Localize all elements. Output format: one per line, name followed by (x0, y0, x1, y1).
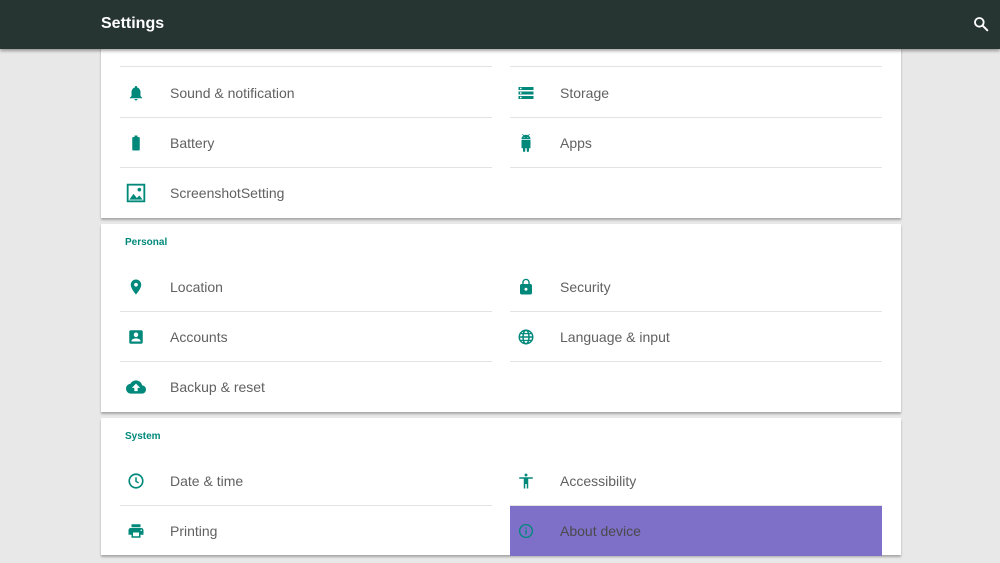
image-icon (124, 181, 148, 205)
tile-accessibility[interactable]: Accessibility (510, 456, 882, 506)
personal-section: Personal Location Security Accounts Lang… (101, 224, 901, 412)
tile-backup-reset[interactable]: Backup & reset (120, 362, 492, 412)
cloud-upload-icon (124, 375, 148, 399)
accessibility-icon (514, 469, 538, 493)
bell-icon (124, 81, 148, 105)
tile-location[interactable]: Location (120, 262, 492, 312)
lock-icon (514, 275, 538, 299)
tile-sound-notification[interactable]: Sound & notification (120, 68, 492, 118)
tile-label: Accessibility (560, 473, 637, 489)
app-bar: Settings (0, 0, 1000, 49)
battery-icon (124, 131, 148, 155)
clock-icon (124, 469, 148, 493)
tile-label: Battery (170, 135, 215, 151)
location-pin-icon (124, 275, 148, 299)
section-header-personal: Personal (125, 237, 168, 248)
tile-label: Storage (560, 85, 610, 101)
system-section: System Date & time Accessibility Printin… (101, 418, 901, 556)
tile-label: Accounts (170, 329, 228, 345)
search-button[interactable] (968, 10, 994, 38)
tile-apps[interactable]: Apps (510, 118, 882, 168)
tile-label: Date & time (170, 473, 244, 489)
printer-icon (124, 519, 148, 543)
tile-accounts[interactable]: Accounts (120, 312, 492, 362)
page-title: Settings (101, 15, 165, 32)
tile-battery[interactable]: Battery (120, 118, 492, 168)
storage-icon (514, 81, 538, 105)
tile-label: Location (170, 279, 223, 295)
tile-label: Apps (560, 135, 592, 151)
tile-language-input[interactable]: Language & input (510, 312, 882, 362)
tile-about-device[interactable]: About device (510, 506, 882, 556)
account-box-icon (124, 325, 148, 349)
globe-icon (514, 325, 538, 349)
android-icon (514, 131, 538, 155)
info-icon (514, 519, 538, 543)
search-icon (974, 17, 989, 32)
tile-label: ScreenshotSetting (170, 185, 285, 201)
tile-label: About device (560, 523, 641, 539)
tile-date-time[interactable]: Date & time (120, 456, 492, 506)
section-header-system: System (125, 431, 161, 442)
tile-storage[interactable]: Storage (510, 68, 882, 118)
tile-label: Backup & reset (170, 379, 265, 395)
tile-printing[interactable]: Printing (120, 506, 492, 556)
tile-label: Security (560, 279, 611, 295)
tile-label: Language & input (560, 329, 670, 345)
tile-screenshot-setting[interactable]: ScreenshotSetting (120, 168, 492, 218)
tile-security[interactable]: Security (510, 262, 882, 312)
tile-label: Printing (170, 523, 218, 539)
tile-label: Sound & notification (170, 85, 295, 101)
device-section: Sound & notification Storage Battery App… (101, 30, 901, 218)
